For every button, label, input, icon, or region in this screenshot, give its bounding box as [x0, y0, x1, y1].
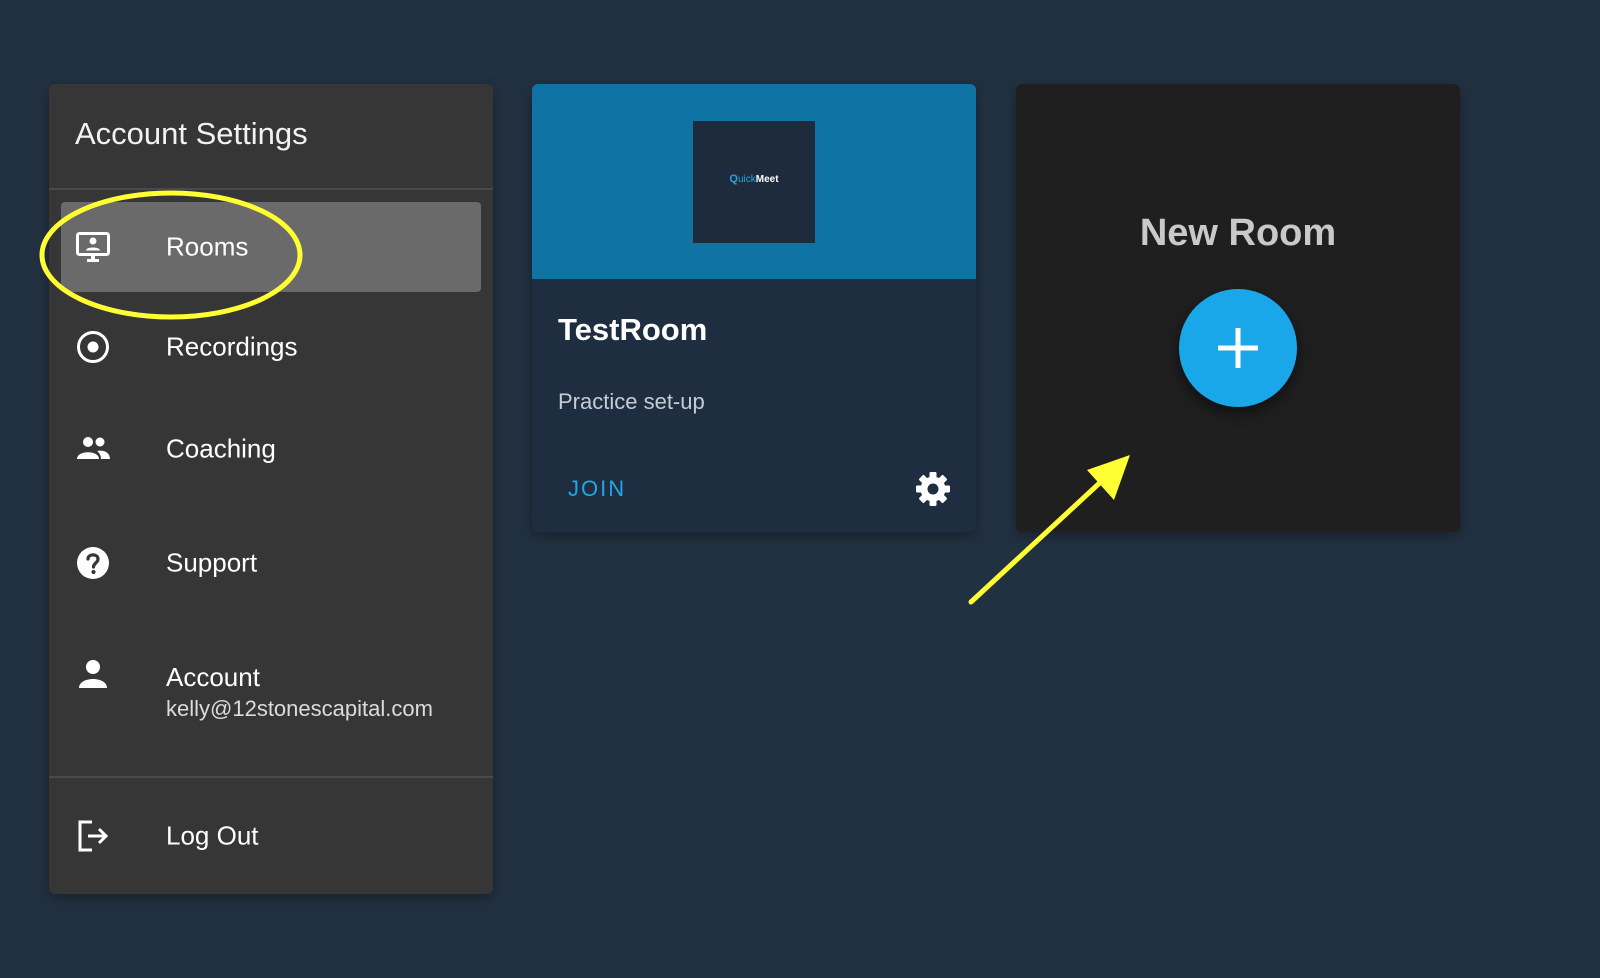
logo-q: Q	[729, 173, 738, 185]
room-card: QuickMeet TestRoom Practice set-up JOIN	[532, 84, 976, 532]
logo-uick: uick	[737, 174, 756, 185]
sidebar-item-coaching[interactable]: Coaching	[61, 404, 481, 494]
sidebar-item-label: Recordings	[166, 331, 298, 362]
sidebar-item-rooms[interactable]: Rooms	[61, 202, 481, 292]
room-logo: QuickMeet	[693, 121, 815, 243]
room-card-header: QuickMeet	[532, 84, 976, 279]
sidebar-item-account[interactable]: Account kelly@12stonescapital.com	[61, 640, 481, 730]
sidebar-item-label: Account	[166, 662, 260, 692]
account-settings-panel: Account Settings Rooms Recordings Coachi…	[49, 84, 493, 894]
divider	[49, 188, 493, 190]
logout-icon	[75, 818, 111, 854]
monitor-person-icon	[75, 229, 111, 265]
room-name: TestRoom	[558, 312, 708, 347]
new-room-card[interactable]: New Room	[1016, 84, 1460, 532]
sidebar-item-label: Log Out	[166, 820, 259, 851]
sidebar-item-logout[interactable]: Log Out	[61, 791, 481, 881]
panel-title: Account Settings	[75, 116, 308, 151]
room-description: Practice set-up	[558, 389, 705, 414]
people-icon	[75, 431, 111, 467]
sidebar-item-label: Rooms	[166, 231, 249, 262]
divider	[49, 776, 493, 778]
account-email: kelly@12stonescapital.com	[166, 696, 433, 721]
gear-icon[interactable]	[914, 470, 952, 508]
help-icon	[75, 545, 111, 581]
sidebar-item-recordings[interactable]: Recordings	[61, 302, 481, 392]
logo-meet: Meet	[755, 174, 779, 185]
person-icon	[75, 656, 111, 692]
new-room-title: New Room	[1139, 212, 1337, 254]
join-button[interactable]: JOIN	[568, 476, 626, 502]
sidebar-item-support[interactable]: Support	[61, 518, 481, 608]
sidebar-item-label: Support	[166, 547, 258, 578]
plus-icon	[1218, 328, 1258, 368]
add-room-button[interactable]	[1179, 289, 1297, 407]
sidebar-item-label: Coaching	[166, 433, 276, 464]
quickmeet-logo: QuickMeet	[693, 173, 815, 185]
record-icon	[75, 329, 111, 365]
